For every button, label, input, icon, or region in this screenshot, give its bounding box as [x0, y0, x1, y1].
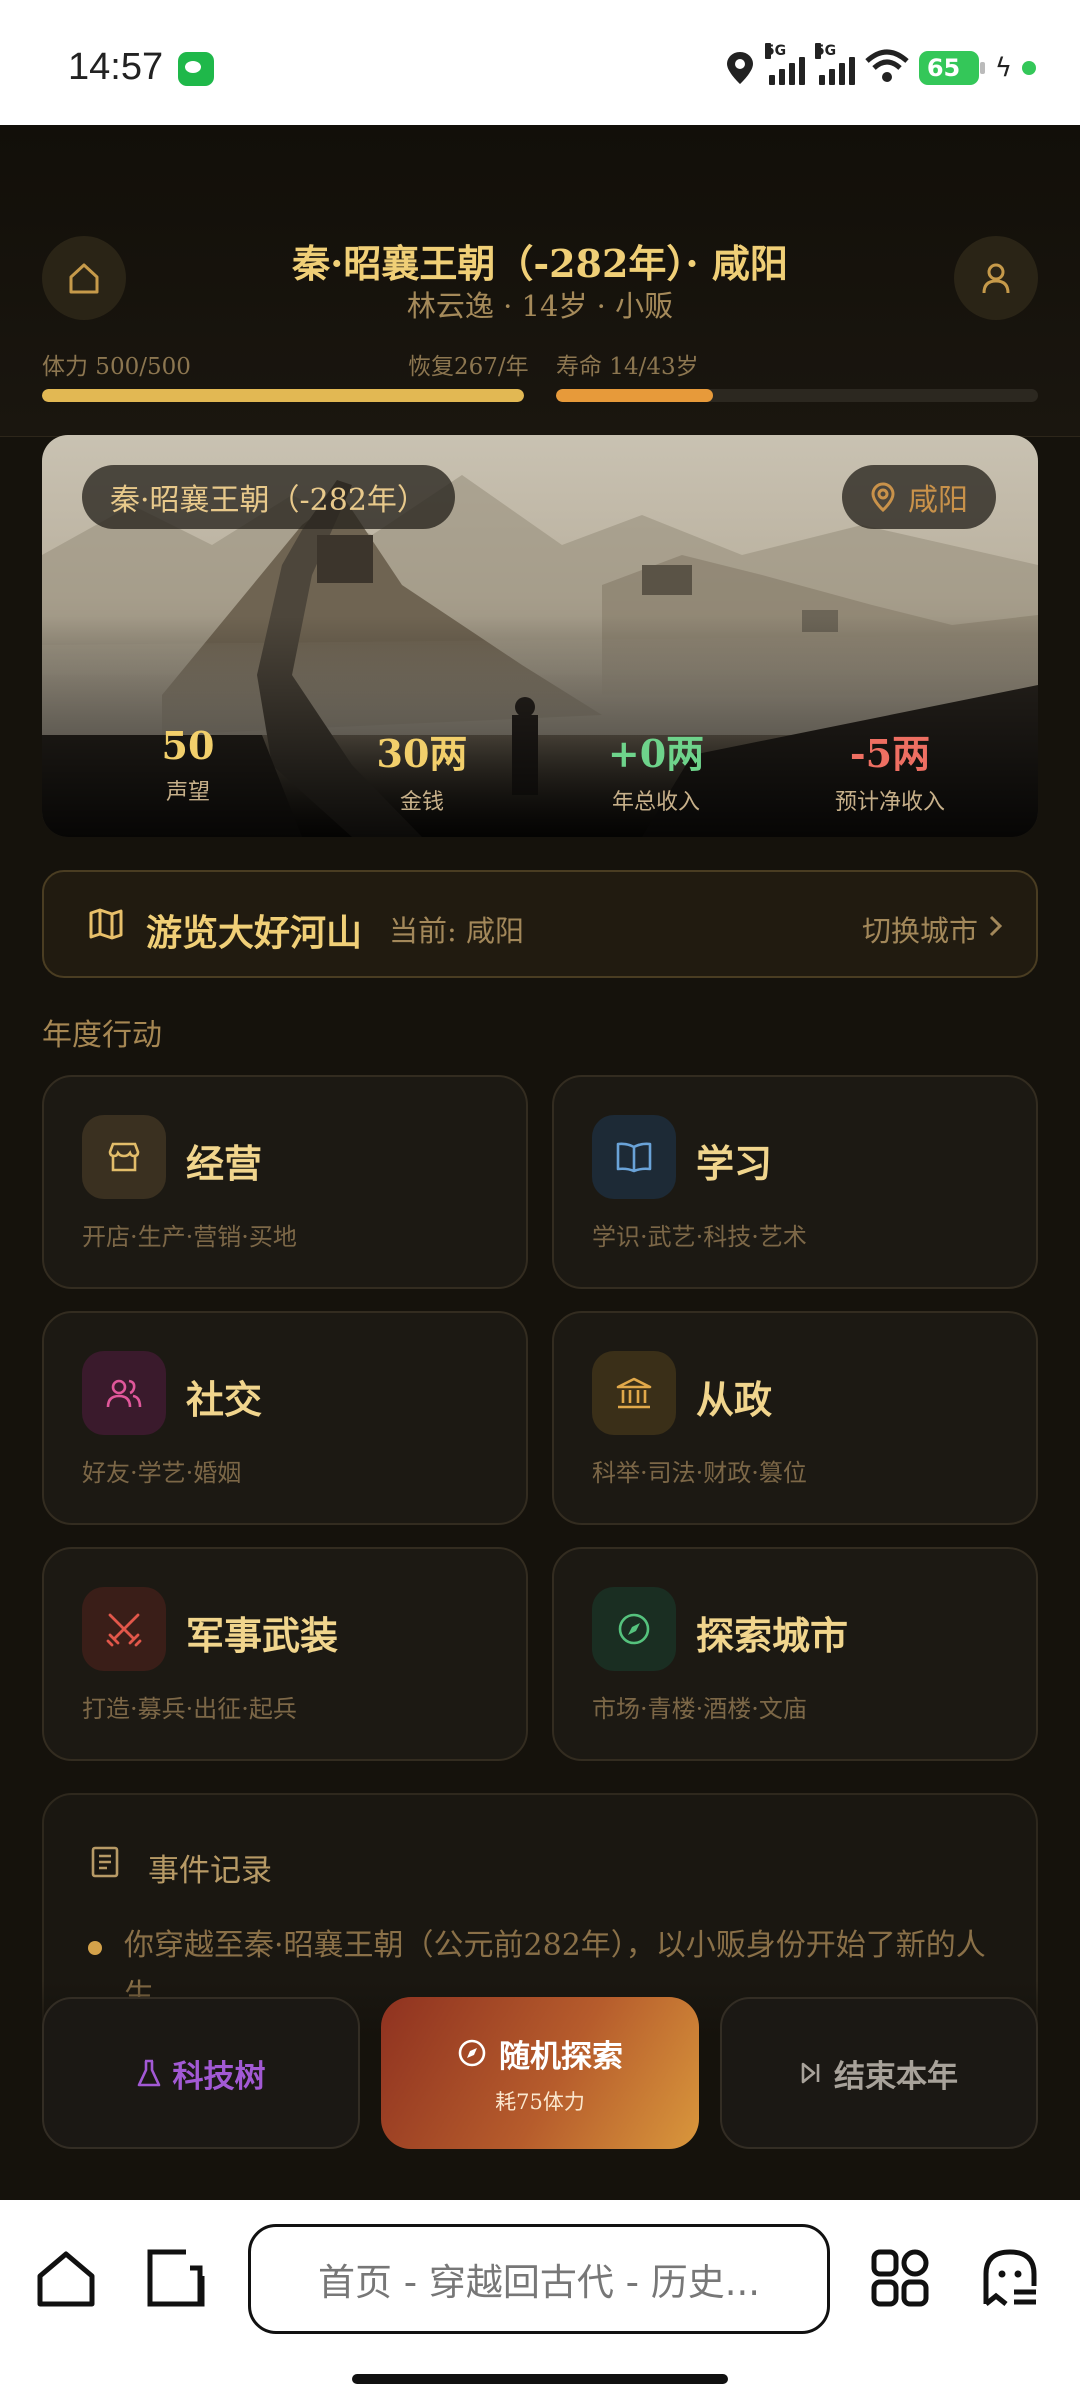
browser-home-button[interactable] — [34, 2246, 98, 2314]
end-year-label: 结束本年 — [834, 2058, 958, 2095]
random-explore-label: 随机探索 — [499, 2038, 623, 2075]
stat-label: 预计净收入 — [834, 790, 945, 815]
stamina-bar — [42, 389, 524, 402]
stamina-label: 体力 500/500 — [42, 354, 191, 380]
switch-city-link[interactable]: 切换城市 — [862, 908, 978, 950]
status-icons: 5G 5G 65 ϟ — [725, 43, 1036, 88]
lifespan-bar — [556, 389, 1038, 402]
action-name: 经营 — [186, 1141, 263, 1186]
stat-annual-income: +0两 年总收入 — [556, 723, 756, 816]
current-city: 当前: 咸阳 — [389, 914, 524, 948]
action-desc: 学识·武艺·科技·艺术 — [592, 1223, 807, 1251]
action-business[interactable]: 经营 开店·生产·营销·买地 — [42, 1075, 528, 1289]
action-politics[interactable]: 从政 科举·司法·财政·篡位 — [552, 1311, 1038, 1525]
game-app: 秦·昭襄王朝（-282年）· 咸阳 林云逸 · 14岁 · 小贩 体力 500/… — [0, 125, 1080, 2200]
swords-icon — [82, 1587, 166, 1671]
home-icon — [37, 2251, 95, 2307]
stat-value: +0两 — [607, 731, 705, 776]
people-icon — [82, 1351, 166, 1435]
status-time: 14:57 — [68, 46, 164, 88]
stat-net-income: -5两 预计净收入 — [790, 723, 990, 816]
travel-title: 游览大好河山 — [146, 912, 363, 954]
stat-label: 金钱 — [399, 790, 444, 815]
charging-icon: ϟ — [994, 53, 1012, 83]
stat-value: 50 — [161, 723, 215, 768]
tabs-button[interactable] — [144, 2246, 208, 2314]
action-explore-city[interactable]: 探索城市 市场·青楼·酒楼·文庙 — [552, 1547, 1038, 1761]
tabs-icon — [147, 2249, 205, 2307]
action-desc: 科举·司法·财政·篡位 — [592, 1459, 807, 1487]
action-name: 军事武装 — [186, 1613, 339, 1658]
tech-tree-label: 科技树 — [172, 2058, 266, 2095]
flask-icon — [137, 2059, 160, 2087]
action-military[interactable]: 军事武装 打造·募兵·出征·起兵 — [42, 1547, 528, 1761]
tech-tree-button[interactable]: 科技树 — [42, 1997, 360, 2149]
stat-value: 30两 — [376, 731, 468, 776]
stat-label: 声望 — [165, 780, 210, 805]
menu-button[interactable] — [978, 2246, 1042, 2314]
document-icon — [91, 1846, 119, 1878]
section-title: 年度行动 — [42, 1018, 162, 1053]
ghost-menu-icon — [983, 2249, 1037, 2306]
action-desc: 市场·青楼·酒楼·文庙 — [592, 1695, 807, 1723]
action-name: 社交 — [186, 1377, 263, 1422]
status-bar: 14:57 5G 5G 65 ϟ — [0, 0, 1080, 125]
browser-toolbar: 首页 - 穿越回古代 - 历史... — [0, 2200, 1080, 2400]
chevron-right-icon — [989, 915, 1003, 937]
action-desc: 开店·生产·营销·买地 — [82, 1223, 297, 1251]
stat-reputation: 50 声望 — [88, 723, 288, 806]
wifi-icon — [865, 49, 909, 87]
action-name: 学习 — [696, 1141, 773, 1186]
skip-forward-icon — [801, 2062, 820, 2084]
era-badge: 秦·昭襄王朝（-282年） — [82, 465, 455, 529]
lifespan-bar-fill — [556, 389, 713, 402]
signal-icon-2: 5G — [814, 43, 855, 85]
address-bar[interactable]: 首页 - 穿越回古代 - 历史... — [248, 2224, 830, 2334]
random-explore-button[interactable]: 随机探索 耗75体力 — [381, 1997, 699, 2149]
government-icon — [592, 1351, 676, 1435]
explore-cost: 耗75体力 — [495, 2089, 585, 2114]
action-name: 从政 — [696, 1377, 773, 1422]
travel-bar[interactable]: 游览大好河山 当前: 咸阳 切换城市 — [42, 870, 1038, 978]
stat-value: -5两 — [849, 731, 931, 776]
stamina-bar-fill — [42, 389, 524, 402]
wechat-icon — [178, 52, 214, 86]
stat-money: 30两 金钱 — [322, 723, 522, 816]
action-social[interactable]: 社交 好友·学艺·婚姻 — [42, 1311, 528, 1525]
book-icon — [592, 1115, 676, 1199]
apps-button[interactable] — [868, 2246, 932, 2314]
indicator-dot — [1022, 61, 1036, 75]
stat-label: 年总收入 — [611, 790, 700, 815]
action-name: 探索城市 — [696, 1613, 849, 1658]
end-year-button[interactable]: 结束本年 — [720, 1997, 1038, 2149]
shop-icon — [82, 1115, 166, 1199]
city-badge-label: 咸阳 — [908, 483, 968, 518]
lifespan-label: 寿命 14/43岁 — [556, 354, 699, 380]
battery-level: 65 — [926, 54, 961, 82]
location-icon — [725, 50, 755, 86]
action-desc: 打造·募兵·出征·起兵 — [82, 1695, 297, 1723]
home-indicator — [352, 2374, 728, 2384]
page-title: 秦·昭襄王朝（-282年）· 咸阳 — [292, 241, 788, 286]
network-type: 5G — [764, 43, 787, 59]
bottom-action-bar: 科技树 随机探索 耗75体力 结束本年 — [0, 1981, 1080, 2200]
city-badge[interactable]: 咸阳 — [842, 465, 996, 529]
battery-icon: 65 — [918, 51, 985, 85]
location-pin-icon — [871, 482, 895, 512]
network-type-2: 5G — [814, 43, 837, 59]
apps-icon — [871, 2249, 929, 2307]
compass-icon — [458, 2039, 486, 2067]
action-study[interactable]: 学习 学识·武艺·科技·艺术 — [552, 1075, 1038, 1289]
hero-banner: 秦·昭襄王朝（-282年） 咸阳 50 声望 30两 金钱 +0两 年总收入 -… — [42, 435, 1038, 837]
bullet-dot — [88, 1941, 102, 1955]
recover-label: 恢复267/年 — [408, 354, 529, 380]
signal-icon: 5G — [764, 43, 805, 85]
game-header: 秦·昭襄王朝（-282年）· 咸阳 林云逸 · 14岁 · 小贩 体力 500/… — [0, 125, 1080, 437]
event-log-title: 事件记录 — [148, 1853, 272, 1889]
action-desc: 好友·学艺·婚姻 — [82, 1459, 242, 1487]
map-icon — [89, 908, 123, 940]
compass-icon — [592, 1587, 676, 1671]
character-subtitle: 林云逸 · 14岁 · 小贩 — [406, 289, 674, 323]
